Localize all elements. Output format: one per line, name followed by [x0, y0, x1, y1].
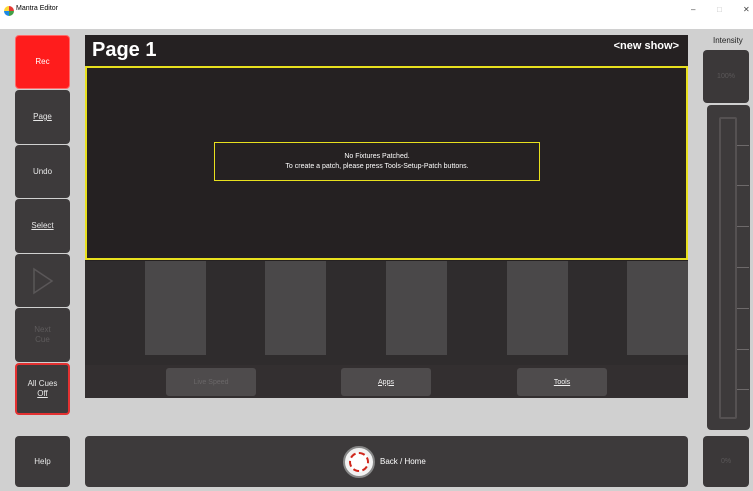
- slider-tick: [737, 185, 749, 186]
- intensity-bottom-value: 0%: [720, 458, 732, 465]
- home-logo-icon[interactable]: [343, 446, 375, 478]
- maximize-button[interactable]: □: [717, 4, 722, 16]
- back-home-label: Back / Home: [380, 457, 426, 466]
- message-line1: No Fixtures Patched.: [344, 152, 410, 160]
- page-label: Page: [33, 112, 52, 121]
- tools-label: Tools: [553, 378, 571, 386]
- intensity-zero-button[interactable]: 0%: [703, 436, 749, 487]
- page-title: Page 1: [92, 39, 157, 61]
- apps-label: Apps: [378, 378, 394, 386]
- intensity-top-value: 100%: [717, 73, 735, 80]
- select-button[interactable]: Select: [15, 199, 70, 253]
- fixture-area[interactable]: No Fixtures Patched. To create a patch, …: [85, 66, 688, 260]
- slider-tick: [737, 389, 749, 390]
- no-fixtures-message: No Fixtures Patched. To create a patch, …: [214, 142, 540, 181]
- home-logo-inner: [349, 452, 369, 472]
- tools-button[interactable]: Tools: [517, 368, 607, 396]
- undo-button[interactable]: Undo: [15, 145, 70, 198]
- function-bar: Live Speed Apps Tools: [85, 365, 688, 398]
- next-cue-label-line2: Cue: [35, 335, 50, 344]
- next-cue-button[interactable]: Next Cue: [15, 308, 70, 362]
- playback-area: [85, 261, 688, 365]
- playback-tile[interactable]: [386, 261, 447, 355]
- intensity-full-button[interactable]: 100%: [703, 50, 749, 103]
- minimize-button[interactable]: –: [691, 4, 695, 16]
- playback-tile[interactable]: [145, 261, 206, 355]
- slider-tick: [737, 226, 749, 227]
- show-name: <new show>: [613, 40, 679, 52]
- slider-tick: [737, 267, 749, 268]
- all-cues-label-line2: Off: [37, 389, 48, 398]
- all-cues-off-button[interactable]: All Cues Off: [15, 363, 70, 415]
- intensity-slider[interactable]: [707, 105, 750, 430]
- rec-button[interactable]: Rec: [15, 35, 70, 89]
- main-panel: Page 1 <new show> No Fixtures Patched. T…: [85, 35, 688, 398]
- slider-groove: [719, 117, 737, 419]
- playback-tile[interactable]: [627, 261, 688, 355]
- live-speed-label: Live Speed: [193, 378, 229, 386]
- page-button[interactable]: Page: [15, 90, 70, 144]
- home-bar[interactable]: Back / Home: [85, 436, 688, 487]
- app-logo-icon: [4, 6, 14, 16]
- intensity-label: Intensity: [713, 36, 743, 45]
- slider-tick: [737, 349, 749, 350]
- all-cues-label-line1: All Cues: [27, 379, 58, 388]
- slider-tick: [737, 145, 749, 146]
- message-line2: To create a patch, please press Tools-Se…: [285, 162, 469, 170]
- select-label: Select: [31, 221, 54, 230]
- apps-button[interactable]: Apps: [341, 368, 431, 396]
- live-speed-button[interactable]: Live Speed: [166, 368, 256, 396]
- title-bar: Mantra Editor – □ ✕: [0, 0, 753, 29]
- help-button[interactable]: Help: [15, 436, 70, 487]
- next-cue-label-line1: Next: [34, 325, 51, 334]
- undo-label: Undo: [32, 166, 53, 176]
- slider-tick: [737, 308, 749, 309]
- window-title: Mantra Editor: [16, 5, 59, 12]
- playback-tile[interactable]: [507, 261, 568, 355]
- playback-tile[interactable]: [265, 261, 326, 355]
- go-button[interactable]: [15, 254, 70, 307]
- help-label: Help: [34, 456, 51, 466]
- rec-label: Rec: [35, 57, 50, 66]
- play-icon: [32, 267, 53, 294]
- close-button[interactable]: ✕: [743, 4, 750, 16]
